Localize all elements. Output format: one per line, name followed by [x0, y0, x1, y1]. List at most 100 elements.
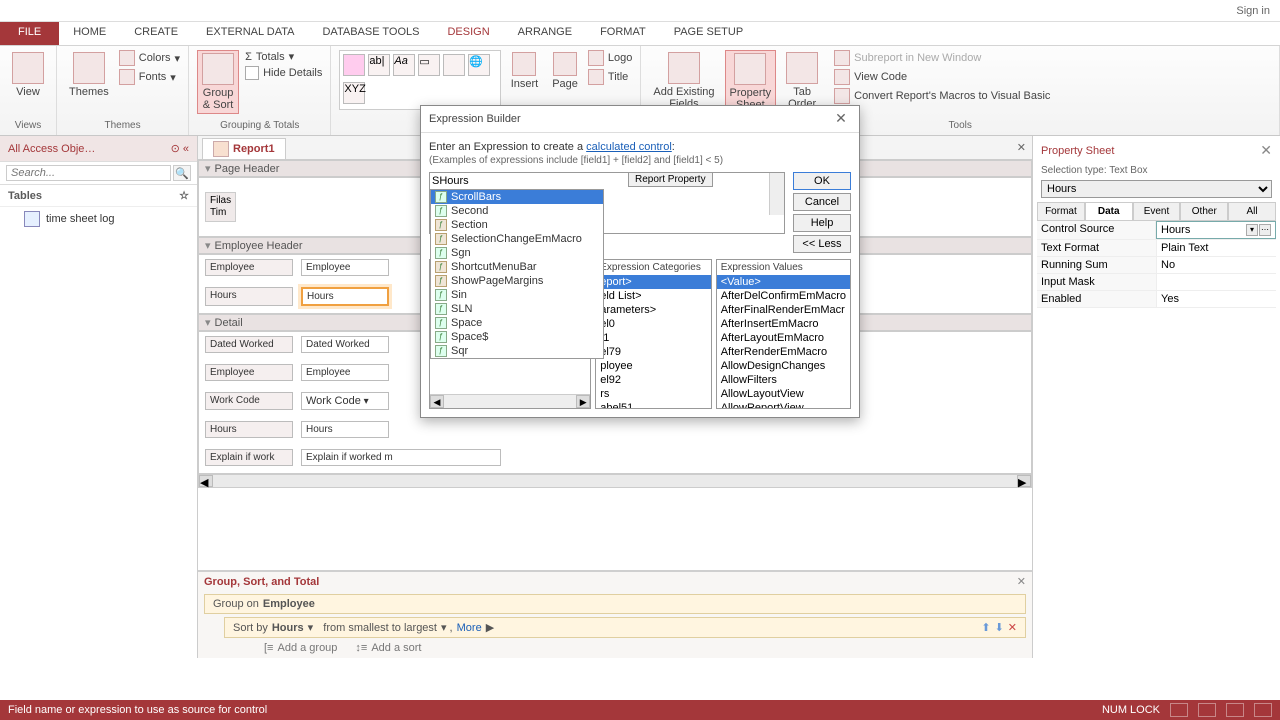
- hours-label2[interactable]: Hours: [205, 421, 293, 438]
- autocomplete-item[interactable]: ƒSin: [431, 288, 603, 302]
- autocomplete-item[interactable]: ƒSgn: [431, 246, 603, 260]
- hide-details-button[interactable]: Hide Details: [245, 66, 322, 80]
- nav-header[interactable]: All Access Obje… ⊙ «: [0, 136, 197, 162]
- add-sort-button[interactable]: ↕≡ Add a sort: [355, 642, 421, 654]
- autocomplete-item[interactable]: ƒSecond: [431, 204, 603, 218]
- ok-button[interactable]: OK: [793, 172, 851, 190]
- sort-bar[interactable]: Sort by Hours ▾ from smallest to largest…: [224, 617, 1026, 638]
- dated-worked-label[interactable]: Dated Worked: [205, 336, 293, 353]
- scroll-left-icon[interactable]: ◀: [199, 475, 213, 487]
- value-item[interactable]: AllowDesignChanges: [717, 359, 850, 373]
- tab-order-button[interactable]: Tab Order: [782, 50, 822, 112]
- print-preview-icon[interactable]: [1198, 703, 1216, 717]
- autocomplete-item[interactable]: ƒSelectionChangeEmMacro: [431, 232, 603, 246]
- logo-button[interactable]: Logo: [588, 50, 632, 66]
- report-tab[interactable]: Report1: [202, 138, 286, 159]
- report-close-icon[interactable]: ✕: [1017, 141, 1026, 154]
- file-tab[interactable]: FILE: [0, 22, 59, 45]
- page-setup-tab[interactable]: PAGE SETUP: [660, 22, 757, 45]
- database-tools-tab[interactable]: DATABASE TOOLS: [308, 22, 433, 45]
- autocomplete-item[interactable]: ƒShortcutMenuBar: [431, 260, 603, 274]
- categories-list[interactable]: eport>eld List>arameters>el0t1el79ployee…: [596, 275, 710, 408]
- title-button[interactable]: Title: [588, 69, 632, 85]
- value-item[interactable]: AllowLayoutView: [717, 387, 850, 401]
- prop-tab-all[interactable]: All: [1228, 202, 1276, 220]
- value-item[interactable]: AfterRenderEmMacro: [717, 345, 850, 359]
- arrange-tab[interactable]: ARRANGE: [504, 22, 586, 45]
- totals-button[interactable]: Σ Totals ▾: [245, 50, 322, 63]
- move-down-icon[interactable]: ⬇: [995, 621, 1004, 634]
- prop-sheet-close-icon[interactable]: ✕: [1260, 142, 1272, 159]
- prop-row[interactable]: EnabledYes: [1037, 291, 1276, 308]
- prop-row[interactable]: Text FormatPlain Text: [1037, 240, 1276, 257]
- add-group-button[interactable]: [≡ Add a group: [264, 642, 337, 654]
- category-item[interactable]: eld List>: [596, 289, 710, 303]
- autocomplete-item[interactable]: ƒScrollBars: [431, 190, 603, 204]
- search-icon[interactable]: 🔍: [173, 165, 191, 181]
- explain-textbox[interactable]: Explain if worked m: [301, 449, 501, 466]
- group-bar[interactable]: Group on Employee: [204, 594, 1026, 614]
- calculated-control-link[interactable]: calculated control: [586, 141, 672, 153]
- work-code-combo[interactable]: Work Code ▾: [301, 392, 389, 410]
- autocomplete-item[interactable]: ƒSpace$: [431, 330, 603, 344]
- scroll-right-icon[interactable]: ▶: [1017, 475, 1031, 487]
- select-tool-icon[interactable]: [343, 54, 365, 76]
- hyperlink-icon[interactable]: 🌐: [468, 54, 490, 76]
- employee-label2[interactable]: Employee: [205, 364, 293, 381]
- employee-textbox[interactable]: Employee: [301, 259, 389, 276]
- horizontal-scrollbar[interactable]: ◀ ▶: [198, 474, 1032, 488]
- colors-button[interactable]: Colors ▾: [119, 50, 180, 66]
- label-icon[interactable]: Aa: [393, 54, 415, 76]
- selection-combo[interactable]: Hours: [1041, 180, 1272, 198]
- add-fields-button[interactable]: Add Existing Fields: [649, 50, 718, 112]
- elements-hscroll[interactable]: ◀▶: [430, 394, 590, 408]
- autocomplete-item[interactable]: ƒSpace: [431, 316, 603, 330]
- move-up-icon[interactable]: ⬆: [981, 621, 990, 634]
- page-button[interactable]: Page: [548, 50, 582, 92]
- external-data-tab[interactable]: EXTERNAL DATA: [192, 22, 308, 45]
- autocomplete-item[interactable]: ƒSection: [431, 218, 603, 232]
- category-item[interactable]: arameters>: [596, 303, 710, 317]
- hours-textbox2[interactable]: Hours: [301, 421, 389, 438]
- report-property-button[interactable]: Report Property: [628, 172, 713, 187]
- textbox-icon[interactable]: ab|: [368, 54, 390, 76]
- value-item[interactable]: AllowFilters: [717, 373, 850, 387]
- view-code-button[interactable]: View Code: [834, 69, 1050, 85]
- prop-tab-data[interactable]: Data: [1085, 202, 1133, 220]
- subreport-button[interactable]: Subreport in New Window: [834, 50, 1050, 66]
- dated-worked-textbox[interactable]: Dated Worked: [301, 336, 389, 353]
- category-item[interactable]: el79: [596, 345, 710, 359]
- button-icon[interactable]: ▭: [418, 54, 440, 76]
- nav-collapse-icon[interactable]: ⊙ «: [171, 142, 189, 155]
- help-button[interactable]: Help: [793, 214, 851, 232]
- category-item[interactable]: t1: [596, 331, 710, 345]
- value-item[interactable]: <Value>: [717, 275, 850, 289]
- themes-button[interactable]: Themes: [65, 50, 113, 100]
- delete-sort-icon[interactable]: ✕: [1008, 621, 1017, 634]
- autocomplete-item[interactable]: ƒSqr: [431, 344, 603, 358]
- explain-label[interactable]: Explain if work: [205, 449, 293, 466]
- fonts-button[interactable]: Fonts ▾: [119, 69, 180, 85]
- layout-view-icon[interactable]: [1226, 703, 1244, 717]
- value-item[interactable]: AfterFinalRenderEmMacr: [717, 303, 850, 317]
- convert-macros-button[interactable]: Convert Report's Macros to Visual Basic: [834, 88, 1050, 104]
- category-item[interactable]: el92: [596, 373, 710, 387]
- category-item[interactable]: abel51: [596, 401, 710, 408]
- prop-row[interactable]: Control SourceHours▾⋯: [1037, 221, 1276, 240]
- employee-textbox2[interactable]: Employee: [301, 364, 389, 381]
- tab-icon[interactable]: [443, 54, 465, 76]
- tables-section[interactable]: Tables☆: [0, 185, 197, 207]
- xyz-icon[interactable]: XYZ: [343, 82, 365, 104]
- category-item[interactable]: ployee: [596, 359, 710, 373]
- design-view-icon[interactable]: [1254, 703, 1272, 717]
- create-tab[interactable]: CREATE: [120, 22, 192, 45]
- value-item[interactable]: AfterLayoutEmMacro: [717, 331, 850, 345]
- prop-tab-event[interactable]: Event: [1133, 202, 1181, 220]
- controls-gallery[interactable]: ab| Aa ▭ 🌐 XYZ: [339, 50, 500, 110]
- prop-tab-other[interactable]: Other: [1180, 202, 1228, 220]
- home-tab[interactable]: HOME: [59, 22, 120, 45]
- value-item[interactable]: AllowReportView: [717, 401, 850, 408]
- work-code-label[interactable]: Work Code: [205, 392, 293, 410]
- autocomplete-item[interactable]: ƒShowPageMargins: [431, 274, 603, 288]
- view-button[interactable]: View: [8, 50, 48, 100]
